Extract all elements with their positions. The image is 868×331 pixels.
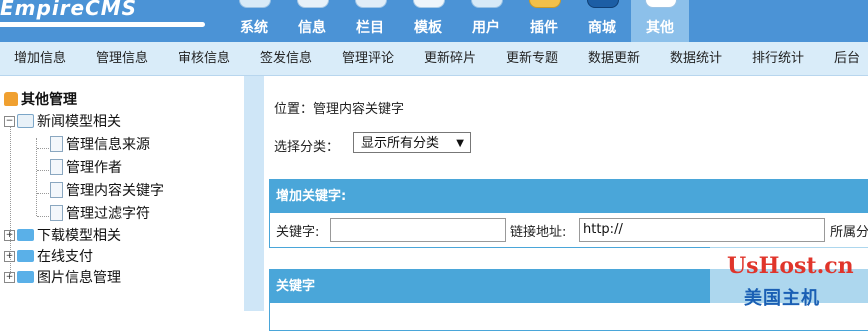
folder-icon bbox=[17, 271, 34, 283]
tree-item-label: 管理作者 bbox=[66, 160, 122, 176]
subnav-data-stats[interactable]: 数据统计 bbox=[670, 42, 752, 75]
subnav-manage-comments[interactable]: 管理评论 bbox=[342, 42, 424, 75]
tree-group-news[interactable]: − 新闻模型相关 bbox=[4, 112, 121, 132]
tree-group-label: 新闻模型相关 bbox=[37, 114, 121, 130]
subnav-add-info[interactable]: 增加信息 bbox=[14, 42, 96, 75]
category-select-value: 显示所有分类 bbox=[361, 136, 440, 151]
subnav-update-fragments[interactable]: 更新碎片 bbox=[424, 42, 506, 75]
add-keyword-title: 增加关键字: bbox=[270, 180, 868, 213]
folder-icon bbox=[17, 250, 34, 262]
category-label: 选择分类： bbox=[274, 140, 340, 155]
expand-icon[interactable]: + bbox=[4, 250, 15, 262]
info-icon bbox=[297, 0, 329, 8]
nav-template[interactable]: 模板 bbox=[399, 0, 457, 42]
tree-item-filter-words[interactable]: 管理过滤字符 bbox=[50, 204, 150, 224]
sidebar: 其他管理 − 新闻模型相关 管理信息来源 管理作者 管理内容关键字 管理过滤字符 … bbox=[0, 76, 245, 311]
other-icon bbox=[645, 0, 677, 8]
breadcrumb: 位置：管理内容关键字 bbox=[274, 102, 405, 117]
nav-info[interactable]: 信息 bbox=[283, 0, 341, 42]
folder-icon bbox=[17, 229, 34, 241]
nav-column[interactable]: 栏目 bbox=[341, 0, 399, 42]
plugin-icon bbox=[529, 0, 561, 8]
link-input[interactable]: http:// bbox=[579, 218, 825, 242]
tree-guide-line bbox=[37, 193, 49, 194]
document-icon bbox=[50, 136, 63, 152]
logo-swoosh bbox=[0, 22, 205, 27]
template-icon bbox=[413, 0, 445, 8]
add-keyword-form: 关键字: 链接地址: http:// 所属分 bbox=[270, 213, 868, 246]
nav-plugin[interactable]: 插件 bbox=[515, 0, 573, 42]
link-label: 链接地址: bbox=[510, 225, 567, 240]
tree-group-label: 图片信息管理 bbox=[37, 270, 121, 286]
expand-icon[interactable]: + bbox=[4, 271, 15, 283]
expand-icon[interactable]: + bbox=[4, 229, 15, 241]
collapse-icon[interactable]: − bbox=[4, 115, 15, 127]
sidebar-splitter[interactable] bbox=[244, 76, 264, 311]
main-nav: 系统 信息 栏目 模板 用户 插件 商城 其他 bbox=[225, 0, 689, 42]
nav-shop[interactable]: 商城 bbox=[573, 0, 631, 42]
top-navbar: EmpireCMS 系统 信息 栏目 模板 用户 插件 商城 其他 bbox=[0, 0, 868, 42]
nav-system[interactable]: 系统 bbox=[225, 0, 283, 42]
subnav-rank-stats[interactable]: 排行统计 bbox=[752, 42, 834, 75]
subnav-manage-info[interactable]: 管理信息 bbox=[96, 42, 178, 75]
home-icon bbox=[4, 92, 18, 106]
dropdown-arrow-icon: ▼ bbox=[456, 138, 464, 149]
subnav-sign-info[interactable]: 签发信息 bbox=[260, 42, 342, 75]
subnav-update-topics[interactable]: 更新专题 bbox=[506, 42, 588, 75]
tree-guide-line bbox=[37, 216, 49, 217]
tree-group-download[interactable]: + 下载模型相关 bbox=[4, 226, 121, 246]
tree-item-label: 管理信息来源 bbox=[66, 137, 150, 153]
tree-group-label: 下载模型相关 bbox=[37, 228, 121, 244]
tree-guide-line bbox=[36, 138, 37, 216]
category-field-label: 所属分 bbox=[830, 225, 868, 240]
document-icon bbox=[50, 159, 63, 175]
category-select[interactable]: 显示所有分类 ▼ bbox=[353, 132, 471, 153]
folder-open-icon bbox=[17, 114, 34, 128]
keyword-input[interactable] bbox=[330, 218, 506, 242]
tree-root-label: 其他管理 bbox=[21, 92, 77, 108]
system-icon bbox=[239, 0, 271, 8]
sub-nav: 增加信息 管理信息 审核信息 签发信息 管理评论 更新碎片 更新专题 数据更新 … bbox=[14, 42, 868, 75]
nav-other[interactable]: 其他 bbox=[631, 0, 689, 42]
subnav-backend[interactable]: 后台 bbox=[834, 42, 868, 75]
shop-icon bbox=[587, 0, 619, 8]
tree-group-payment[interactable]: + 在线支付 bbox=[4, 247, 93, 267]
tree-item-label: 管理内容关键字 bbox=[66, 183, 164, 199]
tree-item-label: 管理过滤字符 bbox=[66, 206, 150, 222]
watermark-subtext: 美国主机 bbox=[744, 288, 820, 309]
subnav-review-info[interactable]: 审核信息 bbox=[178, 42, 260, 75]
tree-group-images[interactable]: + 图片信息管理 bbox=[4, 268, 121, 288]
tree-guide-line bbox=[37, 170, 49, 171]
logo: EmpireCMS bbox=[0, 0, 138, 20]
document-icon bbox=[50, 205, 63, 221]
document-icon bbox=[50, 182, 63, 198]
sub-navbar: 增加信息 管理信息 审核信息 签发信息 管理评论 更新碎片 更新专题 数据更新 … bbox=[0, 42, 868, 76]
keyword-label: 关键字: bbox=[276, 225, 320, 240]
tree-root[interactable]: 其他管理 bbox=[4, 90, 77, 110]
add-keyword-panel: 增加关键字: 关键字: 链接地址: http:// 所属分 bbox=[269, 179, 868, 248]
tree-guide-line bbox=[37, 148, 49, 149]
tree-item-info-source[interactable]: 管理信息来源 bbox=[50, 135, 150, 155]
nav-user[interactable]: 用户 bbox=[457, 0, 515, 42]
subnav-data-update[interactable]: 数据更新 bbox=[588, 42, 670, 75]
tree-group-label: 在线支付 bbox=[37, 249, 93, 265]
tree-item-authors[interactable]: 管理作者 bbox=[50, 158, 122, 178]
tree-item-content-keywords[interactable]: 管理内容关键字 bbox=[50, 181, 164, 201]
user-icon bbox=[471, 0, 503, 8]
watermark-text: UsHost.cn bbox=[727, 253, 854, 279]
column-icon bbox=[355, 0, 387, 8]
